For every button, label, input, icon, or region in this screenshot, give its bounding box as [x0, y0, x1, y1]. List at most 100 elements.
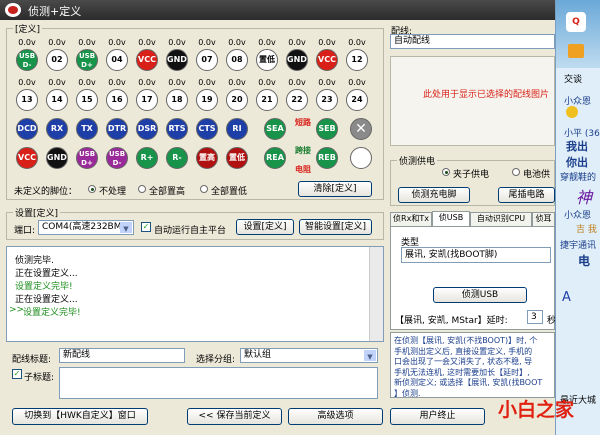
- pin-3[interactable]: 0.0v USB D+: [70, 38, 104, 74]
- pin-18[interactable]: 0.0v 18: [160, 78, 194, 114]
- empty-circle-icon[interactable]: [344, 145, 378, 181]
- app-window: 侦测+定义 ✕ [定义] 短路 跨接 电阻 未定义的脚位： 不处理 全部置高 全…: [0, 0, 600, 435]
- wiring-select[interactable]: 自动配线: [390, 34, 555, 49]
- pin-label: 02: [46, 49, 68, 71]
- detect-charge-button[interactable]: 侦测充电脚: [398, 187, 470, 203]
- switch-window-button[interactable]: 切换到【HWK自定义】窗口: [12, 408, 148, 425]
- title-input[interactable]: 新配线: [59, 348, 185, 363]
- radio-all-high-label: 全部置高: [149, 187, 186, 197]
- tab-auto-cpu[interactable]: 自动识别CPU: [470, 212, 532, 226]
- home-icon[interactable]: [568, 44, 584, 58]
- title-bar[interactable]: 侦测+定义 ✕: [0, 0, 600, 20]
- pin-11[interactable]: 0.0v VCC: [310, 38, 344, 74]
- log-prompt: >>: [9, 305, 25, 315]
- tab-earphone[interactable]: 侦耳: [532, 212, 555, 226]
- pin-5[interactable]: 0.0v VCC: [130, 38, 164, 74]
- pin-voltage: 0.0v: [288, 38, 306, 47]
- pin-23[interactable]: 0.0v 23: [310, 78, 344, 114]
- pin-7[interactable]: 0.0v 07: [190, 38, 224, 74]
- signal2-4[interactable]: R+: [130, 145, 164, 181]
- group-select[interactable]: 默认组 ▼: [240, 348, 378, 363]
- pin-voltage: 0.0v: [168, 78, 186, 87]
- radio-ignore[interactable]: [88, 185, 96, 193]
- wiring-image-area: 此处用于显示已选择的配线图片: [390, 56, 555, 146]
- pin-13[interactable]: 0.0v 13: [10, 78, 44, 114]
- smart-set-button[interactable]: 智能设置[定义]: [299, 219, 372, 235]
- log-box[interactable]: 侦测完毕. 正在设置定义... 设置定义完毕! 正在设置定义... 设置定义完毕! >>: [6, 246, 384, 342]
- qq-line-2: 小众恩: [564, 97, 592, 107]
- radio-battery-power[interactable]: [512, 168, 520, 176]
- pin-label: 23: [316, 89, 338, 111]
- pin-12[interactable]: 0.0v 12: [340, 38, 374, 74]
- port-select[interactable]: COM4(高速232BM) ▼: [38, 220, 134, 235]
- pin-voltage: 0.0v: [108, 78, 126, 87]
- pin-17[interactable]: 0.0v 17: [130, 78, 164, 114]
- radio-all-low[interactable]: [200, 185, 208, 193]
- terminate-button[interactable]: 用户终止: [390, 408, 485, 425]
- pin-21[interactable]: 0.0v 21: [250, 78, 284, 114]
- pin-label: 19: [196, 89, 218, 111]
- set-define-button[interactable]: 设置[定义]: [236, 219, 294, 235]
- qq-line-12[interactable]: A: [562, 290, 571, 305]
- signal2-2[interactable]: USB D+: [70, 145, 104, 181]
- pin-24[interactable]: 0.0v 24: [340, 78, 374, 114]
- subtitle-input[interactable]: [59, 367, 378, 399]
- pin-label: VCC: [316, 49, 338, 71]
- pin-label: 20: [226, 89, 248, 111]
- pin-9[interactable]: 0.0v 置低: [250, 38, 284, 74]
- tail-circuit-button[interactable]: 尾插电路: [498, 187, 555, 203]
- settings-group-legend: 设置[定义]: [13, 206, 61, 219]
- pin-label: TX: [76, 118, 98, 140]
- tab-rx-tx[interactable]: 侦Rx和Tx: [390, 212, 432, 226]
- pin-4[interactable]: 0.0v 04: [100, 38, 134, 74]
- type-select[interactable]: 展讯, 安凯(找BOOT脚): [401, 247, 551, 263]
- log-scrollbar[interactable]: [369, 247, 383, 341]
- pin-label: DSR: [136, 118, 158, 140]
- pin-14[interactable]: 0.0v 14: [40, 78, 74, 114]
- pin-1[interactable]: 0.0v USB D-: [10, 38, 44, 74]
- auto-run-checkbox[interactable]: ✓: [141, 222, 151, 232]
- pin-label: RI: [226, 118, 248, 140]
- pin-label: 18: [166, 89, 188, 111]
- pin-voltage: 0.0v: [138, 38, 156, 47]
- help-line: 手机测出定义后, 直接设置定义, 手机的: [394, 346, 533, 356]
- pin-6[interactable]: 0.0v GND: [160, 38, 194, 74]
- signal2-3[interactable]: USB D-: [100, 145, 134, 181]
- help-line: 】侦测.: [394, 388, 421, 398]
- pin-22[interactable]: 0.0v 22: [280, 78, 314, 114]
- signal2-9[interactable]: REB: [310, 145, 344, 181]
- signal2-5[interactable]: R-: [160, 145, 194, 181]
- pin-voltage: 0.0v: [318, 78, 336, 87]
- pin-label: RTS: [166, 118, 188, 140]
- pin-16[interactable]: 0.0v 16: [100, 78, 134, 114]
- pin-15[interactable]: 0.0v 15: [70, 78, 104, 114]
- tab-usb[interactable]: 侦USB: [432, 211, 470, 227]
- signal2-0[interactable]: VCC: [10, 145, 44, 181]
- radio-clip-power-label: 夹子供电: [453, 170, 490, 180]
- qq-line-7: 神: [576, 188, 593, 207]
- qq-line-8: 小众恩: [564, 211, 592, 221]
- radio-clip-power[interactable]: [442, 168, 450, 176]
- advanced-options-button[interactable]: 高级选项: [288, 408, 383, 425]
- save-define-button[interactable]: << 保存当前定义: [187, 408, 282, 425]
- qq-avatar-icon: Q: [566, 12, 586, 32]
- pin-20[interactable]: 0.0v 20: [220, 78, 254, 114]
- window-title: 侦测+定义: [28, 5, 82, 18]
- signal2-1[interactable]: GND: [40, 145, 74, 181]
- pin-19[interactable]: 0.0v 19: [190, 78, 224, 114]
- radio-all-high[interactable]: [138, 185, 146, 193]
- pin-label: VCC: [136, 49, 158, 71]
- signal2-6[interactable]: 置高: [190, 145, 224, 181]
- delay-input[interactable]: 3: [527, 310, 543, 324]
- signal2-7[interactable]: 置低: [220, 145, 254, 181]
- help-line: 口会出现了一会又消失了, 状态不稳, 导: [394, 357, 533, 366]
- clear-define-button[interactable]: 清除[定义]: [298, 181, 372, 197]
- pin-10[interactable]: 0.0v GND: [280, 38, 314, 74]
- pin-label: R-: [166, 147, 188, 169]
- pin-8[interactable]: 0.0v 08: [220, 38, 254, 74]
- log-line: 设置定义完毕!: [15, 282, 73, 292]
- signal2-8[interactable]: REA: [258, 145, 292, 181]
- pin-2[interactable]: 0.0v 02: [40, 38, 74, 74]
- subtitle-checkbox[interactable]: ✓: [12, 369, 22, 379]
- detect-usb-button[interactable]: 侦测USB: [433, 287, 527, 303]
